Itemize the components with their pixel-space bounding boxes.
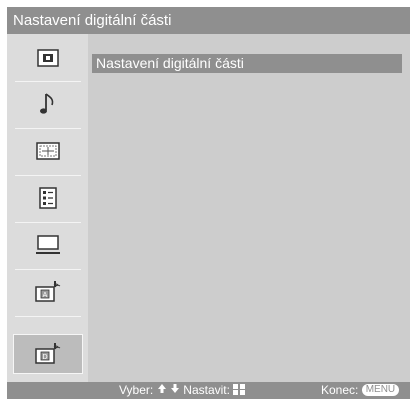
menu-title: Nastavení digitální části — [13, 12, 172, 29]
analog-tv-settings-icon: A — [34, 281, 61, 303]
settings-list-icon — [35, 187, 61, 209]
menu-title-bar: Nastavení digitální části — [7, 7, 410, 34]
sidebar-item-setup[interactable] — [7, 178, 88, 218]
sidebar-item-screen[interactable] — [7, 131, 88, 171]
down-arrow-icon — [170, 382, 180, 399]
screen-format-icon — [35, 140, 61, 162]
footer-nav-help: Vyber: Nastavit: — [119, 382, 246, 399]
enter-key-icon — [233, 384, 246, 396]
digital-tv-settings-icon: D — [35, 343, 61, 365]
svg-text:D: D — [42, 354, 47, 361]
set-label: Nastavit: — [183, 383, 230, 398]
menu-item-label: Nastavení digitální části — [96, 55, 244, 71]
sidebar-item-sound[interactable] — [7, 84, 88, 124]
pc-monitor-icon — [35, 234, 61, 256]
svg-text:A: A — [42, 292, 47, 299]
menu-key-badge: MENU — [361, 383, 400, 396]
sidebar-item-analog[interactable]: A — [7, 272, 88, 312]
sidebar-item-picture[interactable] — [7, 38, 88, 78]
category-sidebar: A D — [7, 34, 88, 382]
music-note-icon — [35, 93, 61, 115]
footer-bar: Vyber: Nastavit: Konec: MENU — [7, 382, 410, 399]
picture-icon — [35, 47, 61, 69]
sidebar-item-digital[interactable]: D — [13, 334, 83, 374]
sidebar-item-pc[interactable] — [7, 225, 88, 265]
select-label: Vyber: — [119, 383, 154, 398]
up-arrow-icon — [157, 382, 167, 399]
footer-exit-help: Konec: MENU — [321, 382, 400, 399]
exit-label: Konec: — [321, 383, 359, 398]
menu-item-digital-setup[interactable]: Nastavení digitální části — [92, 54, 402, 73]
tv-menu-screen: Nastavení digitální části A D Nastavení … — [7, 7, 410, 399]
menu-content: Nastavení digitální části — [88, 34, 410, 382]
